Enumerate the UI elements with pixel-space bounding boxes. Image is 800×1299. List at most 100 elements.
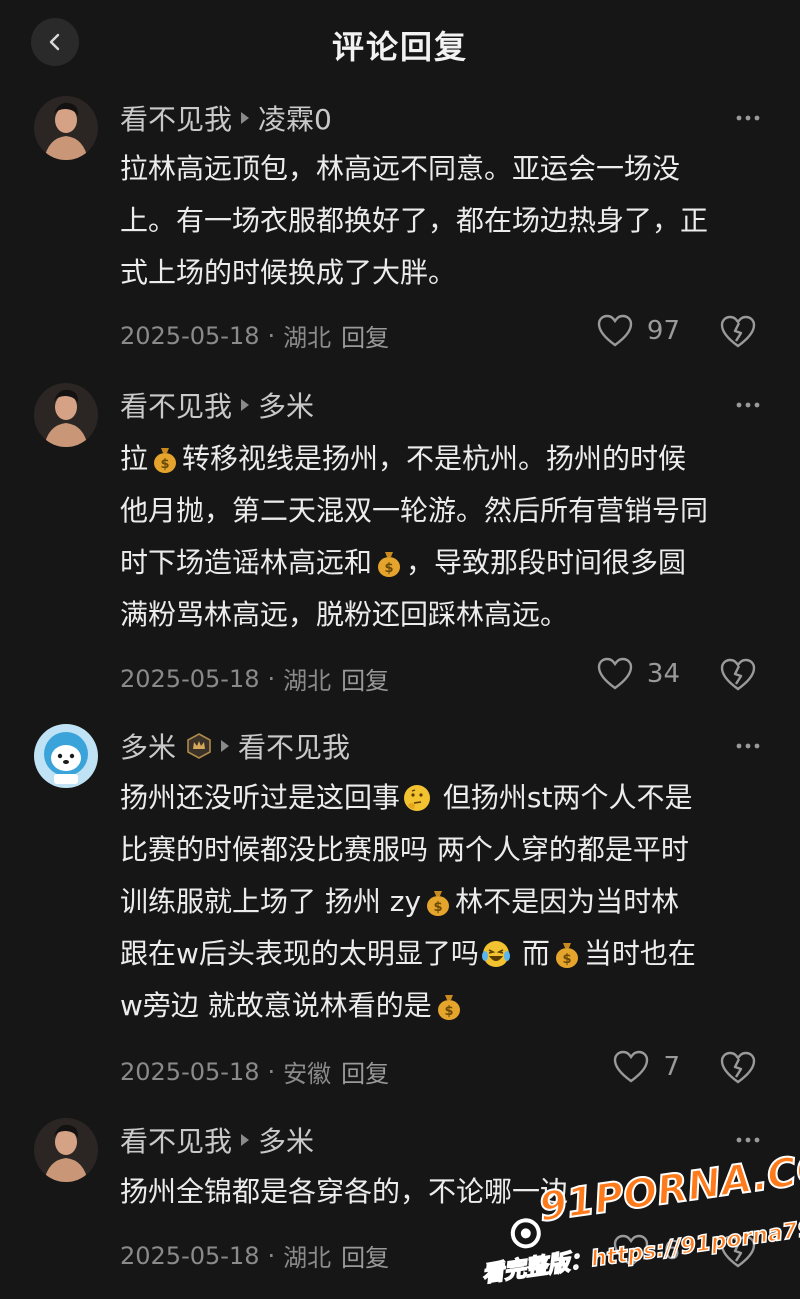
top-bar: 评论回复 — [0, 0, 800, 86]
more-dots-icon — [736, 1137, 760, 1143]
comment-text: 拉 $ 转移视线是扬州，不是杭州。扬州的时候 他月抛，第二天混双一轮游。然后所有营销… — [120, 433, 768, 641]
reply-arrow-icon — [221, 740, 230, 752]
money-bag-emoji-icon: $ — [437, 995, 460, 1020]
comment-header: 看不见我 多米 — [120, 1120, 314, 1160]
text-segment: 扬州还没听过是这回事 — [120, 781, 401, 814]
text-segment: 拉 — [120, 442, 149, 475]
dislike-button[interactable] — [720, 657, 756, 693]
heart-icon — [614, 1234, 649, 1267]
reply-to-name[interactable]: 多米 — [258, 385, 314, 425]
dislike-button[interactable] — [720, 1050, 756, 1086]
like-button[interactable]: 6 — [613, 1234, 680, 1268]
more-dots-icon — [736, 743, 760, 749]
reply-to-name[interactable]: 多米 — [258, 1120, 314, 1160]
comment-line: 跟在w后头表现的太明显了吗 而 $ 当时也在 — [120, 928, 768, 980]
heart-icon — [614, 1050, 649, 1083]
like-count: 34 — [646, 659, 680, 689]
page-title: 评论回复 — [331, 28, 468, 66]
watermark-overlay: 91PORNA.COM 看完整版：https://91porna79.com — [480, 1140, 800, 1288]
comment-header: 多米 看不见我 — [120, 726, 350, 766]
comment-line: 拉林高远顶包，林高远不同意。亚运会一场没 — [120, 152, 681, 185]
reply-button[interactable]: 回复 — [341, 318, 389, 353]
text-segment: 林不是因为当时林 — [455, 885, 680, 918]
svg-text:$: $ — [160, 457, 169, 472]
avatar[interactable] — [34, 383, 98, 447]
text-segment: 当时也在 — [583, 937, 696, 970]
avatar[interactable] — [34, 96, 98, 160]
separator-dot: · — [267, 1057, 276, 1086]
avatar-man-image — [34, 1118, 98, 1182]
comment-line: 上。有一场衣服都换好了，都在场边热身了，正 — [120, 204, 709, 237]
comment-line: 拉 $ 转移视线是扬州，不是杭州。扬州的时候 — [120, 433, 768, 485]
author-name[interactable]: 看不见我 — [120, 1120, 232, 1160]
heart-icon — [597, 314, 633, 347]
comment-meta: 2025-05-18 · 湖北 回复 — [120, 1238, 389, 1273]
crying-laughing-emoji-icon — [481, 941, 510, 967]
like-count: 97 — [646, 316, 680, 346]
reply-button[interactable]: 回复 — [341, 661, 389, 696]
more-options-button[interactable] — [734, 732, 762, 760]
reply-arrow-icon — [241, 112, 250, 124]
reply-button[interactable]: 回复 — [341, 1238, 389, 1273]
text-segment: 时下场造谣林高远和 — [120, 546, 373, 579]
comment-date: 2025-05-18 — [120, 1241, 260, 1270]
svg-text:$: $ — [384, 561, 393, 576]
comment-line: 扬州还没听过是这回事 但扬州st两个人不是 — [120, 772, 768, 824]
comment-date: 2025-05-18 — [120, 664, 260, 693]
avatar-man-image — [34, 383, 98, 447]
heart-icon — [597, 657, 633, 690]
like-button[interactable]: 34 — [597, 657, 680, 691]
comment-meta: 2025-05-18 · 安徽 回复 — [120, 1054, 389, 1089]
comment-header: 看不见我 凌霖0 — [120, 98, 332, 138]
comment-line: 扬州全锦都是各穿各的，不论哪一边 — [120, 1175, 569, 1208]
comment-location: 湖北 — [283, 1244, 332, 1272]
comment-text: 扬州还没听过是这回事 但扬州st两个人不是 比赛的时候都没比赛服吗 两个人穿的都… — [120, 772, 768, 1032]
comment-meta: 2025-05-18 · 湖北 回复 — [120, 318, 389, 353]
comment-line: w旁边 就故意说林看的是 $ — [120, 980, 768, 1032]
dislike-button[interactable] — [720, 1234, 756, 1270]
more-options-button[interactable] — [734, 1126, 762, 1154]
separator-dot: · — [267, 321, 276, 350]
comment-date: 2025-05-18 — [120, 1057, 260, 1086]
broken-heart-icon — [720, 1235, 756, 1268]
reply-to-name[interactable]: 看不见我 — [238, 726, 350, 766]
text-segment: 跟在w后头表现的太明显了吗 — [120, 937, 479, 970]
avatar[interactable] — [34, 1118, 98, 1182]
dislike-button[interactable] — [720, 314, 756, 350]
comment-location: 安徽 — [283, 1060, 332, 1088]
like-button[interactable]: 7 — [613, 1050, 680, 1084]
reply-to-name[interactable]: 凌霖0 — [258, 98, 332, 138]
author-name[interactable]: 看不见我 — [120, 98, 232, 138]
broken-heart-icon — [720, 1051, 756, 1084]
comment-meta: 2025-05-18 · 湖北 回复 — [120, 661, 389, 696]
more-dots-icon — [736, 402, 760, 408]
thinking-face-emoji-icon — [404, 785, 431, 811]
money-bag-emoji-icon: $ — [378, 552, 401, 577]
reply-button[interactable]: 回复 — [341, 1054, 389, 1089]
like-count: 6 — [663, 1236, 680, 1266]
avatar[interactable] — [34, 724, 98, 788]
comment-line: 式上场的时候换成了大胖。 — [120, 256, 457, 289]
more-options-button[interactable] — [734, 391, 762, 419]
money-bag-emoji-icon: $ — [154, 448, 177, 473]
text-segment: 训练服就上场了 扬州 zy — [120, 885, 422, 918]
svg-text:$: $ — [562, 952, 571, 967]
crown-badge-icon — [187, 733, 211, 759]
comment-text: 拉林高远顶包，林高远不同意。亚运会一场没 上。有一场衣服都换好了，都在场边热身了… — [120, 143, 768, 299]
text-segment: 转移视线是扬州，不是杭州。扬州的时候 — [182, 442, 687, 475]
comment-line: 时下场造谣林高远和 $ ，导致那段时间很多圆 — [120, 537, 768, 589]
avatar-cartoon-image — [34, 724, 98, 788]
like-button[interactable]: 97 — [597, 314, 680, 348]
svg-text:$: $ — [444, 1004, 453, 1019]
like-count: 7 — [663, 1052, 680, 1082]
author-name[interactable]: 多米 — [120, 726, 176, 766]
comment-line: 比赛的时候都没比赛服吗 两个人穿的都是平时 — [120, 833, 689, 866]
more-options-button[interactable] — [734, 104, 762, 132]
separator-dot: · — [267, 1241, 276, 1270]
reply-arrow-icon — [241, 1134, 250, 1146]
author-name[interactable]: 看不见我 — [120, 385, 232, 425]
comment-location: 湖北 — [283, 324, 332, 352]
broken-heart-icon — [720, 315, 756, 348]
money-bag-emoji-icon: $ — [555, 943, 578, 968]
comment-location: 湖北 — [283, 667, 332, 695]
